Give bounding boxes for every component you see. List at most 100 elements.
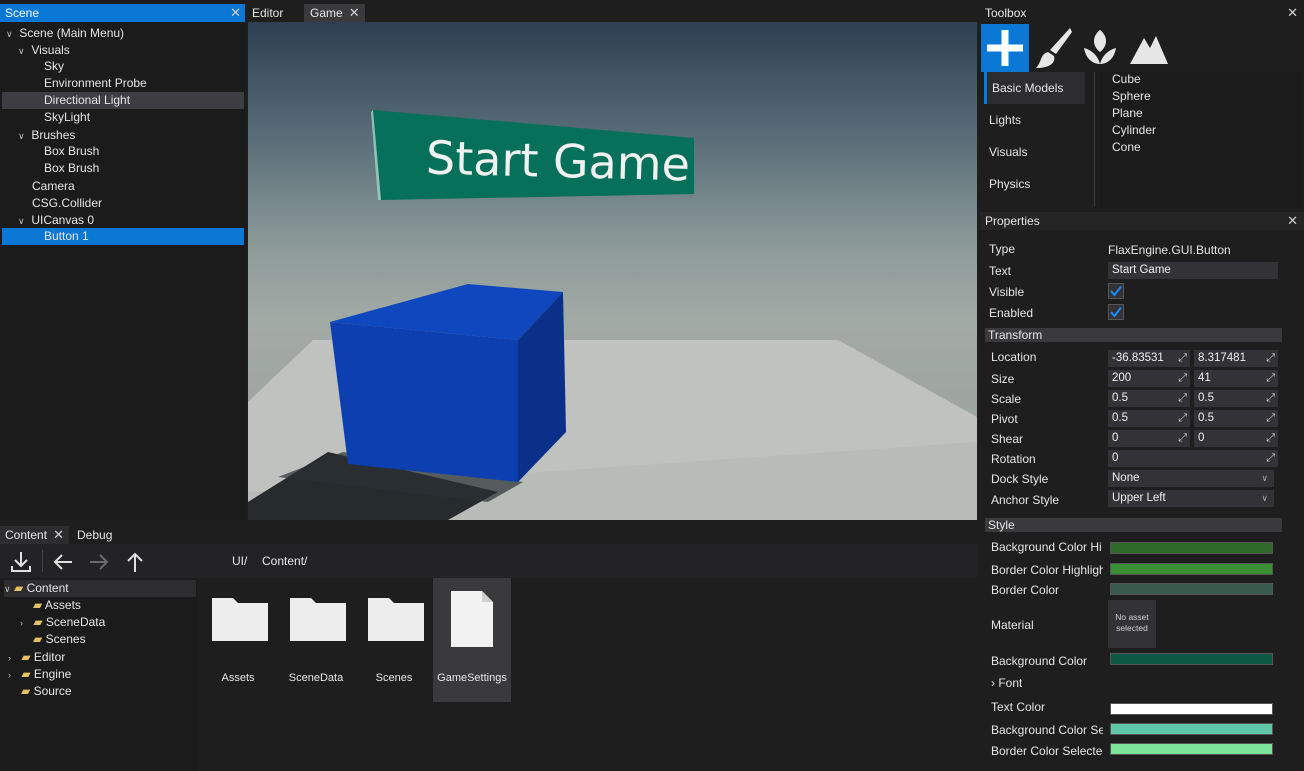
toolbox-category-physics[interactable]: Physics	[984, 168, 1085, 200]
chevron-down-icon[interactable]: ∨	[4, 581, 14, 598]
prop-label-bg-color-highlighted: Background Color Hi	[991, 540, 1102, 554]
content-tile-scenes[interactable]: Scenes	[355, 578, 433, 702]
drag-arrows-icon[interactable]: ⤢	[1266, 430, 1275, 447]
border-color-swatch[interactable]	[1110, 583, 1273, 595]
prop-label-visible: Visible	[989, 285, 1025, 299]
transform-section-header[interactable]: Transform	[985, 328, 1282, 342]
close-icon[interactable]: ✕	[53, 526, 64, 544]
material-asset-picker[interactable]: No asset selected	[1108, 600, 1156, 648]
border-color-highlighted-swatch[interactable]	[1110, 563, 1273, 575]
tree-item-camera[interactable]: Camera	[2, 178, 244, 195]
close-icon[interactable]: ✕	[230, 4, 241, 22]
chevron-right-icon[interactable]: ›	[8, 650, 18, 667]
drag-arrows-icon[interactable]: ⤢	[1178, 410, 1187, 427]
dock-style-dropdown[interactable]: None ∨	[1108, 470, 1274, 487]
content-tile-scenedata[interactable]: SceneData	[277, 578, 355, 702]
background-color-swatch[interactable]	[1110, 653, 1273, 665]
visible-checkbox[interactable]	[1108, 283, 1124, 299]
game-viewport[interactable]: Start Game	[248, 22, 977, 520]
tree-item-brushes[interactable]: ∨ Brushes	[2, 127, 244, 144]
pivot-y-field[interactable]: 0.5 ⤢	[1194, 410, 1278, 427]
folder-tree-item-content[interactable]: ∨ ▰ Content	[4, 580, 196, 597]
toolbox-category-visuals[interactable]: Visuals	[984, 136, 1085, 168]
font-group[interactable]: › Font	[991, 673, 1022, 693]
tree-item-label: Camera	[32, 179, 75, 193]
tree-item-label: SkyLight	[44, 110, 91, 124]
folder-icon: ▰	[21, 650, 31, 664]
shear-x-field[interactable]: 0 ⤢	[1108, 430, 1190, 447]
paint-brush-icon[interactable]	[1034, 26, 1074, 70]
text-field[interactable]: Start Game	[1108, 262, 1278, 279]
tab-debug[interactable]: Debug	[72, 526, 118, 544]
tree-item-sky[interactable]: Sky	[2, 58, 244, 75]
category-label: Lights	[989, 113, 1022, 127]
start-game-button-text[interactable]: Start Game	[425, 131, 690, 192]
style-section-header[interactable]: Style	[985, 518, 1282, 532]
tab-content[interactable]: Content ✕	[0, 526, 70, 544]
drag-arrows-icon[interactable]: ⤢	[1178, 430, 1187, 447]
chevron-right-icon[interactable]: ›	[8, 667, 18, 684]
bg-color-selected-swatch[interactable]	[1110, 723, 1273, 735]
drag-arrows-icon[interactable]: ⤢	[1266, 410, 1275, 427]
close-icon[interactable]: ✕	[1287, 4, 1298, 22]
size-y-field[interactable]: 41 ⤢	[1194, 370, 1278, 387]
tree-item-skylight[interactable]: SkyLight	[2, 109, 244, 126]
folder-icon: ▰	[33, 615, 43, 629]
content-tile-assets[interactable]: Assets	[199, 578, 277, 702]
rotation-field[interactable]: 0 ⤢	[1108, 450, 1278, 467]
tree-item-label: UICanvas 0	[31, 213, 95, 227]
bg-color-highlighted-swatch[interactable]	[1110, 542, 1273, 554]
close-icon[interactable]: ✕	[349, 4, 360, 22]
tree-item-visuals[interactable]: ∨ Visuals	[2, 42, 244, 59]
tab-editor[interactable]: Editor	[246, 4, 289, 22]
drag-arrows-icon[interactable]: ⤢	[1178, 370, 1187, 387]
tree-item-csg-collider[interactable]: CSG.Collider	[2, 195, 244, 212]
chevron-down-icon[interactable]: ∨	[6, 26, 16, 43]
toolbox-item-plane[interactable]: Plane	[1112, 105, 1143, 122]
chevron-right-icon[interactable]: ›	[20, 615, 30, 632]
drag-arrows-icon[interactable]: ⤢	[1266, 390, 1275, 407]
forward-arrow-icon[interactable]	[87, 550, 111, 574]
border-color-selected-swatch[interactable]	[1110, 743, 1273, 755]
tree-item-uicanvas[interactable]: ∨ UICanvas 0	[2, 212, 244, 229]
location-x-field[interactable]: -36.83531 ⤢	[1108, 350, 1190, 367]
size-x-field[interactable]: 200 ⤢	[1108, 370, 1190, 387]
location-y-field[interactable]: 8.317481 ⤢	[1194, 350, 1278, 367]
pivot-x-field[interactable]: 0.5 ⤢	[1108, 410, 1190, 427]
tree-item-box-brush[interactable]: Box Brush	[2, 143, 244, 160]
tab-game[interactable]: Game ✕	[304, 4, 365, 22]
tree-item-button[interactable]: Button 1	[2, 228, 244, 245]
shear-y-field[interactable]: 0 ⤢	[1194, 430, 1278, 447]
scale-x-field[interactable]: 0.5 ⤢	[1108, 390, 1190, 407]
drag-arrows-icon[interactable]: ⤢	[1178, 390, 1187, 407]
drag-arrows-icon[interactable]: ⤢	[1266, 370, 1275, 387]
toolbox-item-cylinder[interactable]: Cylinder	[1112, 122, 1156, 139]
toolbox-category-lights[interactable]: Lights	[984, 104, 1085, 136]
tree-item-box-brush[interactable]: Box Brush	[2, 160, 244, 177]
toolbox-item-cube[interactable]: Cube	[1112, 71, 1141, 88]
up-arrow-icon[interactable]	[123, 550, 147, 574]
toolbox-item-cone[interactable]: Cone	[1112, 139, 1141, 156]
toolbox-item-sphere[interactable]: Sphere	[1112, 88, 1151, 105]
terrain-icon[interactable]	[1128, 28, 1170, 68]
text-color-swatch[interactable]	[1110, 703, 1273, 715]
drag-arrows-icon[interactable]: ⤢	[1266, 350, 1275, 367]
breadcrumb-ui[interactable]: UI/	[232, 554, 247, 568]
scale-y-field[interactable]: 0.5 ⤢	[1194, 390, 1278, 407]
drag-arrows-icon[interactable]: ⤢	[1178, 350, 1187, 367]
import-icon[interactable]	[9, 550, 33, 574]
content-tile-gamesettings[interactable]: GameSettings	[433, 578, 511, 702]
add-tool-button[interactable]	[981, 24, 1029, 72]
anchor-style-dropdown[interactable]: Upper Left ∨	[1108, 490, 1274, 507]
back-arrow-icon[interactable]	[51, 550, 75, 574]
close-icon[interactable]: ✕	[1287, 212, 1298, 230]
tree-item-directional-light[interactable]: Directional Light	[2, 92, 244, 109]
drag-arrows-icon[interactable]: ⤢	[1266, 450, 1275, 467]
tree-item-scene[interactable]: ∨ Scene (Main Menu)	[2, 25, 244, 42]
foliage-icon[interactable]	[1080, 26, 1120, 70]
breadcrumb-content[interactable]: Content/	[262, 554, 307, 568]
toolbox-category-basic-models[interactable]: Basic Models	[984, 72, 1085, 104]
tree-item-environment-probe[interactable]: Environment Probe	[2, 75, 244, 92]
enabled-checkbox[interactable]	[1108, 304, 1124, 320]
tree-item-label: Scene (Main Menu)	[19, 26, 125, 40]
